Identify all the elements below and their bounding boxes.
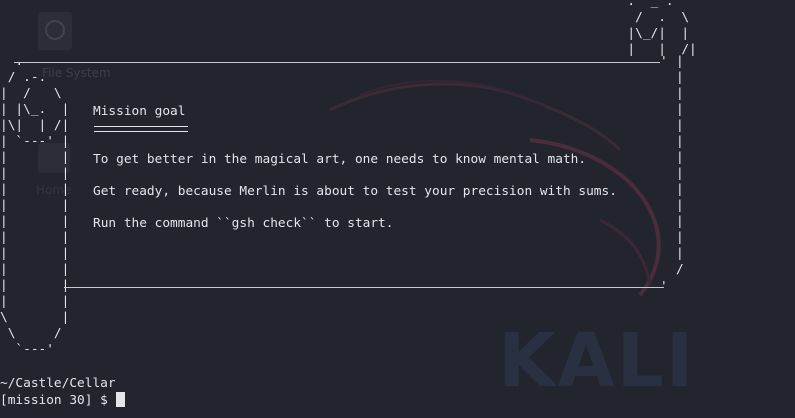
current-path: ~/Castle/Cellar: [0, 376, 116, 391]
scroll-ascii-right-edge: | | | | | | | | | | | | | /: [676, 54, 684, 277]
mission-title-underline: [94, 126, 188, 132]
scroll-bottom-rule: [64, 287, 664, 288]
mission-title: Mission goal: [93, 104, 186, 119]
scroll-top-rule: [14, 62, 660, 63]
mission-line-3: Run the command ``gsh check`` to start.: [93, 216, 394, 231]
mission-line-2: Get ready, because Merlin is about to te…: [93, 184, 617, 199]
command-prompt-line[interactable]: [mission 30] $: [0, 392, 125, 408]
prompt-label: [mission 30] $: [0, 393, 116, 408]
scroll-ascii-top-tick: ': [660, 54, 668, 69]
text-cursor: [115, 392, 125, 407]
kali-wallpaper-logo: KALI: [498, 318, 696, 404]
disk-icon: [45, 20, 65, 40]
scroll-ascii-left: . / .-. | / \ | |\_. | |\| | /| | `---' …: [0, 54, 70, 357]
mission-line-1: To get better in the magical art, one ne…: [93, 152, 587, 167]
terminal-window[interactable]: File System Home KALI . _ . / . \ |\_/| …: [0, 0, 795, 418]
scroll-ascii-top-right: . _ . / . \ |\_/| | | | /|: [627, 0, 697, 57]
